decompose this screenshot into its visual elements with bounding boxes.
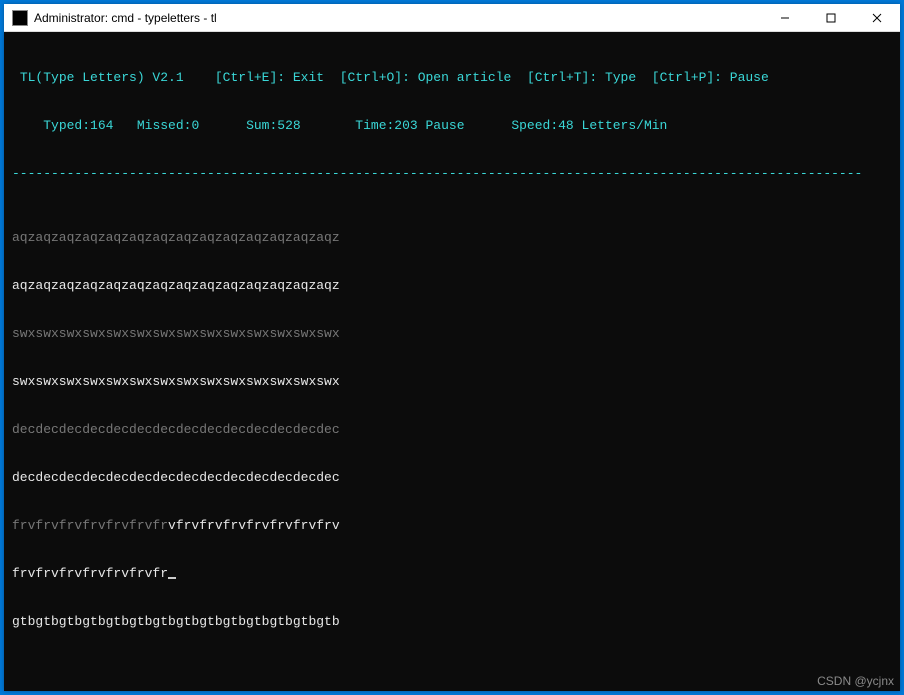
window-buttons <box>762 4 900 31</box>
practice-line-1-target: aqzaqzaqzaqzaqzaqzaqzaqzaqzaqzaqzaqzaqza… <box>12 230 892 246</box>
practice-line-2-target: swxswxswxswxswxswxswxswxswxswxswxswxswxs… <box>12 326 892 342</box>
cursor <box>168 577 176 579</box>
minimize-icon <box>780 13 790 23</box>
terminal[interactable]: TL(Type Letters) V2.1 [Ctrl+E]: Exit [Ct… <box>4 32 900 691</box>
divider-top: ----------------------------------------… <box>12 166 892 182</box>
window-title: Administrator: cmd - typeletters - tl <box>34 11 762 25</box>
close-icon <box>872 13 882 23</box>
practice-line-2-typed: swxswxswxswxswxswxswxswxswxswxswxswxswxs… <box>12 374 892 390</box>
blank-1 <box>12 662 892 678</box>
header-row-2: Typed:164 Missed:0 Sum:528 Time:203 Paus… <box>12 118 892 134</box>
practice-line-1-typed: aqzaqzaqzaqzaqzaqzaqzaqzaqzaqzaqzaqzaqza… <box>12 278 892 294</box>
titlebar[interactable]: Administrator: cmd - typeletters - tl <box>4 4 900 32</box>
app-window: Administrator: cmd - typeletters - tl TL… <box>4 4 900 691</box>
close-button[interactable] <box>854 4 900 31</box>
practice-line-4-target: frvfrvfrvfrvfrvfrvfrvfrvfrvfrvfrvfrvfrvf… <box>12 518 892 534</box>
practice-line-5: gtbgtbgtbgtbgtbgtbgtbgtbgtbgtbgtbgtbgtbg… <box>12 614 892 630</box>
header-row-1: TL(Type Letters) V2.1 [Ctrl+E]: Exit [Ct… <box>12 70 892 86</box>
practice-line-3-typed: decdecdecdecdecdecdecdecdecdecdecdecdecd… <box>12 470 892 486</box>
practice-line-3-target: decdecdecdecdecdecdecdecdecdecdecdecdecd… <box>12 422 892 438</box>
practice-line-4-typed: frvfrvfrvfrvfrvfrvfr <box>12 566 892 582</box>
minimize-button[interactable] <box>762 4 808 31</box>
cmd-icon <box>12 10 28 26</box>
maximize-icon <box>826 13 836 23</box>
watermark: CSDN @ycjnx <box>817 673 894 689</box>
maximize-button[interactable] <box>808 4 854 31</box>
